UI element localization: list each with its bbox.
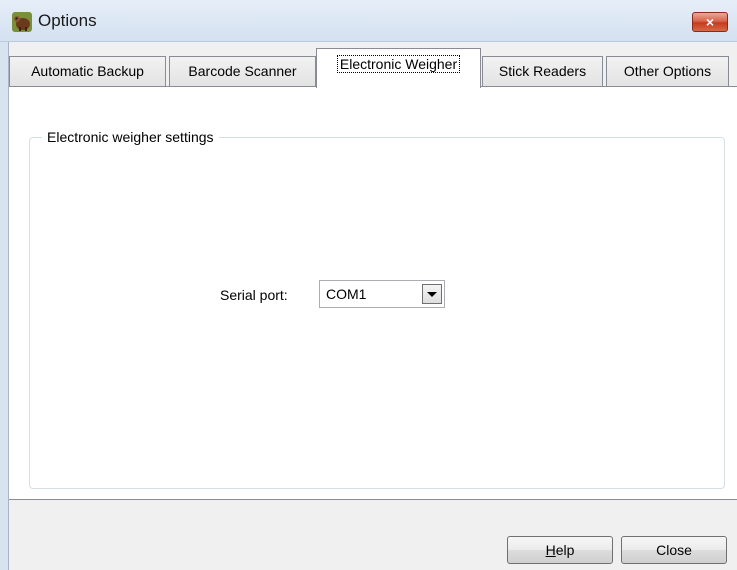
group-title: Electronic weigher settings — [42, 128, 219, 146]
tab-barcode-scanner[interactable]: Barcode Scanner — [169, 56, 316, 86]
dialog-body: Automatic Backup Barcode Scanner Electro… — [9, 42, 737, 570]
close-button-label: Close — [656, 542, 692, 558]
title-bar[interactable]: Options × — [0, 0, 737, 42]
tab-other-options[interactable]: Other Options — [606, 56, 729, 86]
tab-label: Stick Readers — [498, 63, 587, 79]
tab-page-electronic-weigher: Electronic weigher settings Serial port:… — [9, 86, 737, 500]
help-label-rest: elp — [555, 542, 575, 558]
tab-label: Barcode Scanner — [188, 63, 297, 79]
help-mnemonic: H — [545, 542, 556, 558]
serial-port-select[interactable]: COM1 — [319, 280, 445, 308]
close-button[interactable]: Close — [621, 536, 727, 564]
window-close-button[interactable]: × — [692, 12, 728, 32]
tab-strip: Automatic Backup Barcode Scanner Electro… — [9, 42, 737, 88]
tab-label: Electronic Weigher — [336, 55, 461, 73]
chevron-down-icon[interactable] — [422, 284, 442, 304]
tab-electronic-weigher[interactable]: Electronic Weigher — [316, 48, 481, 88]
serial-port-value: COM1 — [326, 286, 367, 302]
window-frame-left — [0, 42, 9, 570]
help-button[interactable]: Help — [507, 536, 613, 564]
window-title: Options — [38, 11, 97, 30]
tab-label: Automatic Backup — [31, 63, 144, 79]
close-icon: × — [705, 14, 715, 30]
serial-port-label: Serial port: — [220, 287, 288, 303]
tab-automatic-backup[interactable]: Automatic Backup — [9, 56, 166, 86]
weigher-settings-group: Electronic weigher settings Serial port:… — [29, 128, 725, 489]
app-icon — [12, 12, 32, 32]
tab-stick-readers[interactable]: Stick Readers — [482, 56, 603, 86]
tab-label: Other Options — [623, 63, 712, 79]
